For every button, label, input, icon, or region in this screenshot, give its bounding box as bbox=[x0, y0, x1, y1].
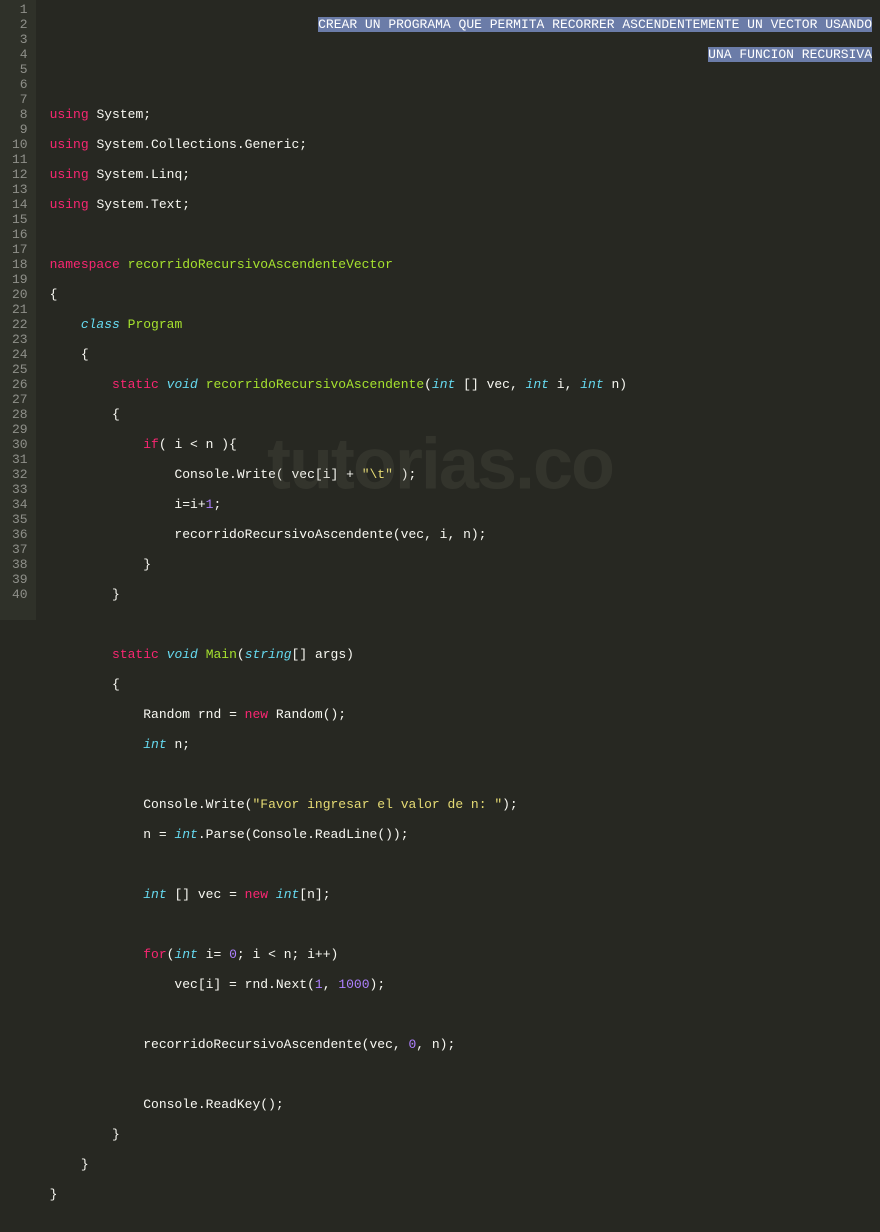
line-number: 19 bbox=[12, 272, 28, 287]
line-number: 39 bbox=[12, 572, 28, 587]
line-number: 3 bbox=[12, 32, 28, 47]
code-area[interactable]: CREAR UN PROGRAMA QUE PERMITA RECORRER A… bbox=[36, 0, 880, 620]
line-number: 29 bbox=[12, 422, 28, 437]
line-number: 12 bbox=[12, 167, 28, 182]
line-number: 10 bbox=[12, 137, 28, 152]
line-number: 36 bbox=[12, 527, 28, 542]
line-number-gutter: 1234567891011121314151617181920212223242… bbox=[0, 0, 36, 620]
line-number: 34 bbox=[12, 497, 28, 512]
line-number: 15 bbox=[12, 212, 28, 227]
line-number: 33 bbox=[12, 482, 28, 497]
line-number: 24 bbox=[12, 347, 28, 362]
line-number: 13 bbox=[12, 182, 28, 197]
line-number: 23 bbox=[12, 332, 28, 347]
line-number: 18 bbox=[12, 257, 28, 272]
line-number: 16 bbox=[12, 227, 28, 242]
line-number: 28 bbox=[12, 407, 28, 422]
line-number: 21 bbox=[12, 302, 28, 317]
code-editor[interactable]: 1234567891011121314151617181920212223242… bbox=[0, 0, 880, 620]
line-number: 1 bbox=[12, 2, 28, 17]
line-number: 14 bbox=[12, 197, 28, 212]
line-number: 26 bbox=[12, 377, 28, 392]
line-number: 30 bbox=[12, 437, 28, 452]
selected-comment-line2: UNA FUNCION RECURSIVA bbox=[708, 47, 872, 62]
line-number: 11 bbox=[12, 152, 28, 167]
selected-comment-line1: CREAR UN PROGRAMA QUE PERMITA RECORRER A… bbox=[318, 17, 872, 32]
line-number: 31 bbox=[12, 452, 28, 467]
line-number: 17 bbox=[12, 242, 28, 257]
line-number: 20 bbox=[12, 287, 28, 302]
line-number: 32 bbox=[12, 467, 28, 482]
line-number: 2 bbox=[12, 17, 28, 32]
line-number: 9 bbox=[12, 122, 28, 137]
line-number: 5 bbox=[12, 62, 28, 77]
line-number: 25 bbox=[12, 362, 28, 377]
line-number: 38 bbox=[12, 557, 28, 572]
line-number: 8 bbox=[12, 107, 28, 122]
line-number: 4 bbox=[12, 47, 28, 62]
line-number: 40 bbox=[12, 587, 28, 602]
line-number: 37 bbox=[12, 542, 28, 557]
line-number: 35 bbox=[12, 512, 28, 527]
line-number: 22 bbox=[12, 317, 28, 332]
line-number: 6 bbox=[12, 77, 28, 92]
line-number: 7 bbox=[12, 92, 28, 107]
line-number: 27 bbox=[12, 392, 28, 407]
